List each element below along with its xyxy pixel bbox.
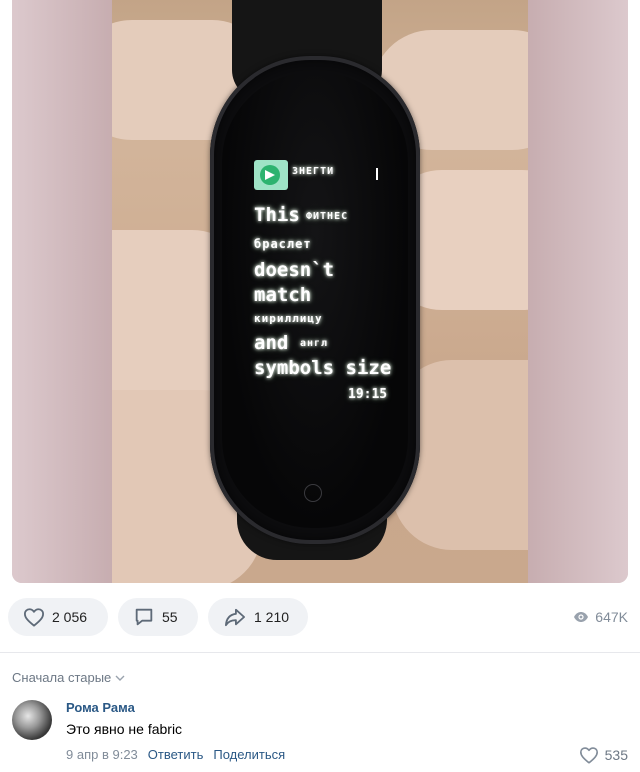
tracker-screen [222, 72, 408, 528]
like-button[interactable]: 2 056 [8, 598, 108, 636]
post-photo[interactable]: ЗНЕГТИ This ФИТНЕС браслет doesn`t match… [12, 0, 628, 583]
share-icon [225, 608, 245, 627]
comments-sort-label: Сначала старые [12, 670, 112, 685]
comment-button[interactable]: 55 [118, 598, 198, 636]
share-count: 1 210 [254, 609, 290, 625]
notification-line: and [254, 332, 289, 354]
section-divider [0, 652, 640, 653]
views-counter: 647K [573, 598, 628, 636]
notification-line: англ [300, 338, 329, 349]
telegram-icon [254, 160, 288, 190]
comment-like-button[interactable]: 535 [579, 746, 628, 764]
notification-line: match [254, 284, 312, 306]
share-button[interactable]: 1 210 [208, 598, 308, 636]
comment-icon [135, 608, 153, 626]
heart-icon [23, 608, 44, 627]
tracker-home-button [304, 484, 322, 502]
scroll-indicator [376, 168, 378, 180]
views-count: 647K [595, 609, 628, 625]
photo-blur-left [12, 0, 112, 583]
comment-date[interactable]: 9 апр в 9:23 [66, 747, 138, 762]
notification-line: кириллицу [254, 312, 323, 325]
like-count: 2 056 [52, 609, 88, 625]
chevron-down-icon [115, 675, 125, 681]
comment-like-count: 535 [604, 747, 628, 763]
notification-line: This [254, 204, 300, 226]
comment-text: Это явно не fabric [66, 721, 183, 737]
notification-line: symbols size [254, 357, 392, 379]
eye-icon [574, 612, 589, 622]
notification-line: браслет [254, 237, 312, 251]
comment-share-button[interactable]: Поделиться [213, 747, 285, 762]
comment-author[interactable]: Рома Рама [66, 700, 135, 715]
avatar[interactable] [12, 700, 52, 740]
comment-meta: 9 апр в 9:23 Ответить Поделиться [66, 747, 285, 762]
notification-time: 19:15 [348, 387, 388, 402]
comments-sort-dropdown[interactable]: Сначала старые [12, 670, 125, 685]
reply-button[interactable]: Ответить [148, 747, 204, 762]
notification-line: ФИТНЕС [306, 211, 349, 222]
notification-line: doesn`t [254, 259, 335, 281]
photo-image: ЗНЕГТИ This ФИТНЕС браслет doesn`t match… [112, 0, 528, 583]
heart-icon [579, 747, 598, 764]
comment-count: 55 [162, 609, 178, 625]
photo-blur-right [528, 0, 628, 583]
post-actions-bar: 2 056 55 1 210 647K [8, 598, 632, 636]
notification-app-name: ЗНЕГТИ [292, 166, 335, 177]
